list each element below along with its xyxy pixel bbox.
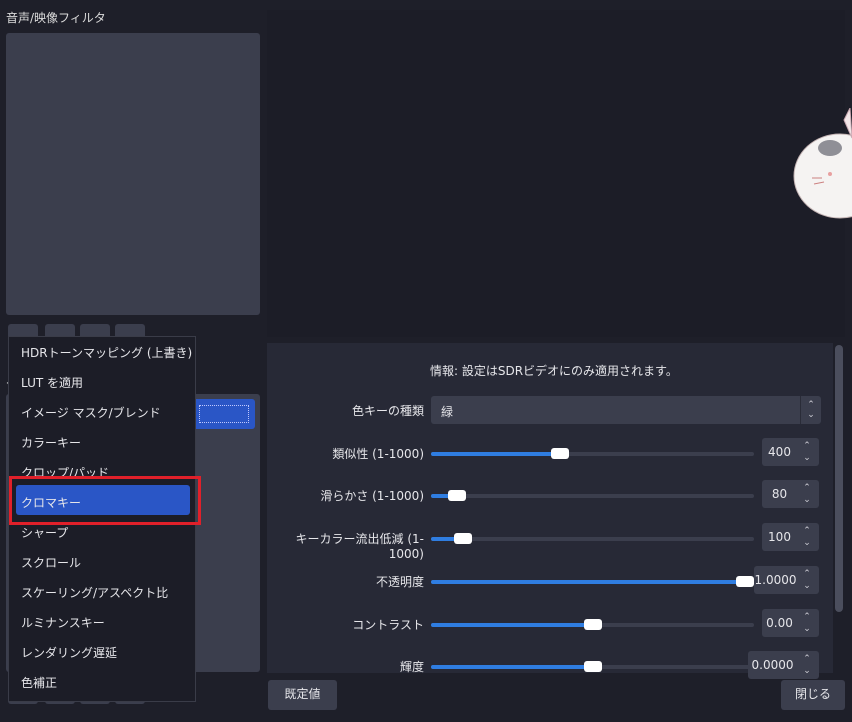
menu-item[interactable]: レンダリング遅延 (21, 644, 117, 661)
slider-handle[interactable] (454, 533, 473, 544)
slider-handle[interactable] (736, 576, 754, 587)
spinbox-arrows-icon[interactable]: ⌃ ⌄ (799, 482, 815, 506)
spinbox-arrows-icon[interactable]: ⌃ ⌄ (799, 653, 815, 677)
spinbox-value: 100 (768, 530, 791, 544)
property-slider[interactable] (431, 661, 754, 672)
menu-item[interactable]: スケーリング/アスペクト比 (21, 584, 168, 601)
menu-item[interactable]: カラーキー (21, 434, 81, 451)
key-color-type-value: 緑 (441, 405, 454, 419)
key-color-type-label: 色キーの種類 (351, 404, 424, 418)
property-slider[interactable] (431, 576, 754, 587)
property-spinbox[interactable]: 0.0000 ⌃ ⌄ (748, 651, 819, 679)
spinbox-arrows-icon[interactable]: ⌃ ⌄ (799, 525, 815, 549)
menu-item[interactable]: スクロール (21, 554, 81, 571)
chevron-down-icon[interactable]: ⌄ (803, 623, 811, 635)
property-label: 滑らかさ (1-1000) (320, 489, 424, 503)
audio-video-filters-title: 音声/映像フィルタ (6, 11, 106, 25)
chevron-up-icon[interactable]: ⌃ (803, 525, 811, 537)
spinbox-value: 0.0000 (751, 658, 794, 672)
slider-handle[interactable] (447, 490, 466, 501)
chevron-up-icon[interactable]: ⌃ (803, 653, 811, 665)
spinbox-value: 1.0000 (754, 573, 797, 587)
menu-item[interactable]: 色補正 (21, 674, 57, 691)
key-color-type-select[interactable]: 緑 ⌃ ⌄ (431, 396, 821, 424)
chevron-down-icon[interactable]: ⌄ (803, 580, 811, 592)
property-spinbox[interactable]: 1.0000 ⌃ ⌄ (754, 566, 819, 594)
properties-scrollbar[interactable] (835, 345, 843, 612)
cat-character-image (793, 108, 852, 219)
menu-item[interactable]: イメージ マスク/ブレンド (21, 404, 161, 421)
chevron-up-icon[interactable]: ⌃ (803, 568, 811, 580)
property-slider[interactable] (431, 619, 754, 630)
spinbox-value: 400 (768, 445, 791, 459)
chevron-up-icon[interactable]: ⌃ (803, 482, 811, 494)
audio-video-filter-list[interactable] (6, 33, 260, 315)
property-spinbox[interactable]: 400 ⌃ ⌄ (762, 438, 819, 466)
slider-fill (431, 623, 593, 627)
spinbox-arrows-icon[interactable]: ⌃ ⌄ (799, 611, 815, 635)
annotation-highlight-box (9, 476, 201, 525)
chevron-down-icon[interactable]: ⌄ (803, 452, 811, 464)
property-spinbox[interactable]: 80 ⌃ ⌄ (762, 480, 819, 508)
defaults-button[interactable]: 既定値 (268, 680, 337, 710)
property-slider[interactable] (431, 490, 754, 501)
menu-item[interactable]: ルミナンスキー (21, 614, 105, 631)
spinbox-arrows-icon[interactable]: ⌃ ⌄ (799, 568, 815, 592)
slider-handle[interactable] (551, 448, 570, 459)
chevron-down-icon[interactable]: ⌄ (803, 494, 811, 506)
property-label: 不透明度 (375, 575, 424, 589)
rename-field[interactable] (199, 405, 249, 423)
spinbox-value: 0.00 (766, 616, 793, 630)
slider-handle[interactable] (583, 619, 602, 630)
property-label: 輝度 (399, 660, 424, 674)
slider-fill (431, 580, 754, 584)
menu-item[interactable]: LUT を適用 (21, 374, 83, 391)
chevron-down-icon[interactable]: ⌄ (803, 537, 811, 549)
property-spinbox[interactable]: 100 ⌃ ⌄ (762, 523, 819, 551)
close-button[interactable]: 閉じる (781, 680, 845, 710)
property-slider[interactable] (431, 533, 754, 544)
property-spinbox[interactable]: 0.00 ⌃ ⌄ (762, 609, 819, 637)
property-label: キーカラー流出低減 (1-1000) (295, 532, 424, 561)
chevron-down-icon[interactable]: ⌄ (803, 665, 811, 677)
property-label: コントラスト (352, 618, 424, 632)
slider-handle[interactable] (583, 661, 602, 672)
preview-area (267, 10, 845, 337)
slider-fill (431, 665, 593, 669)
property-slider[interactable] (431, 448, 754, 459)
selected-filter-row[interactable] (193, 399, 255, 429)
spinbox-arrows-icon[interactable]: ⌃ ⌄ (799, 440, 815, 464)
spinbox-value: 80 (771, 487, 788, 501)
sdr-info-text: 情報: 設定はSDRビデオにのみ適用されます。 (430, 364, 678, 378)
chevron-updown-icon: ⌃ ⌄ (800, 396, 821, 424)
chevron-up-icon[interactable]: ⌃ (803, 611, 811, 623)
menu-item[interactable]: シャープ (21, 524, 68, 541)
slider-fill (431, 452, 561, 456)
menu-item[interactable]: HDRトーンマッピング (上書き) (21, 344, 192, 361)
chevron-up-icon[interactable]: ⌃ (803, 440, 811, 452)
property-label: 類似性 (1-1000) (332, 447, 424, 461)
